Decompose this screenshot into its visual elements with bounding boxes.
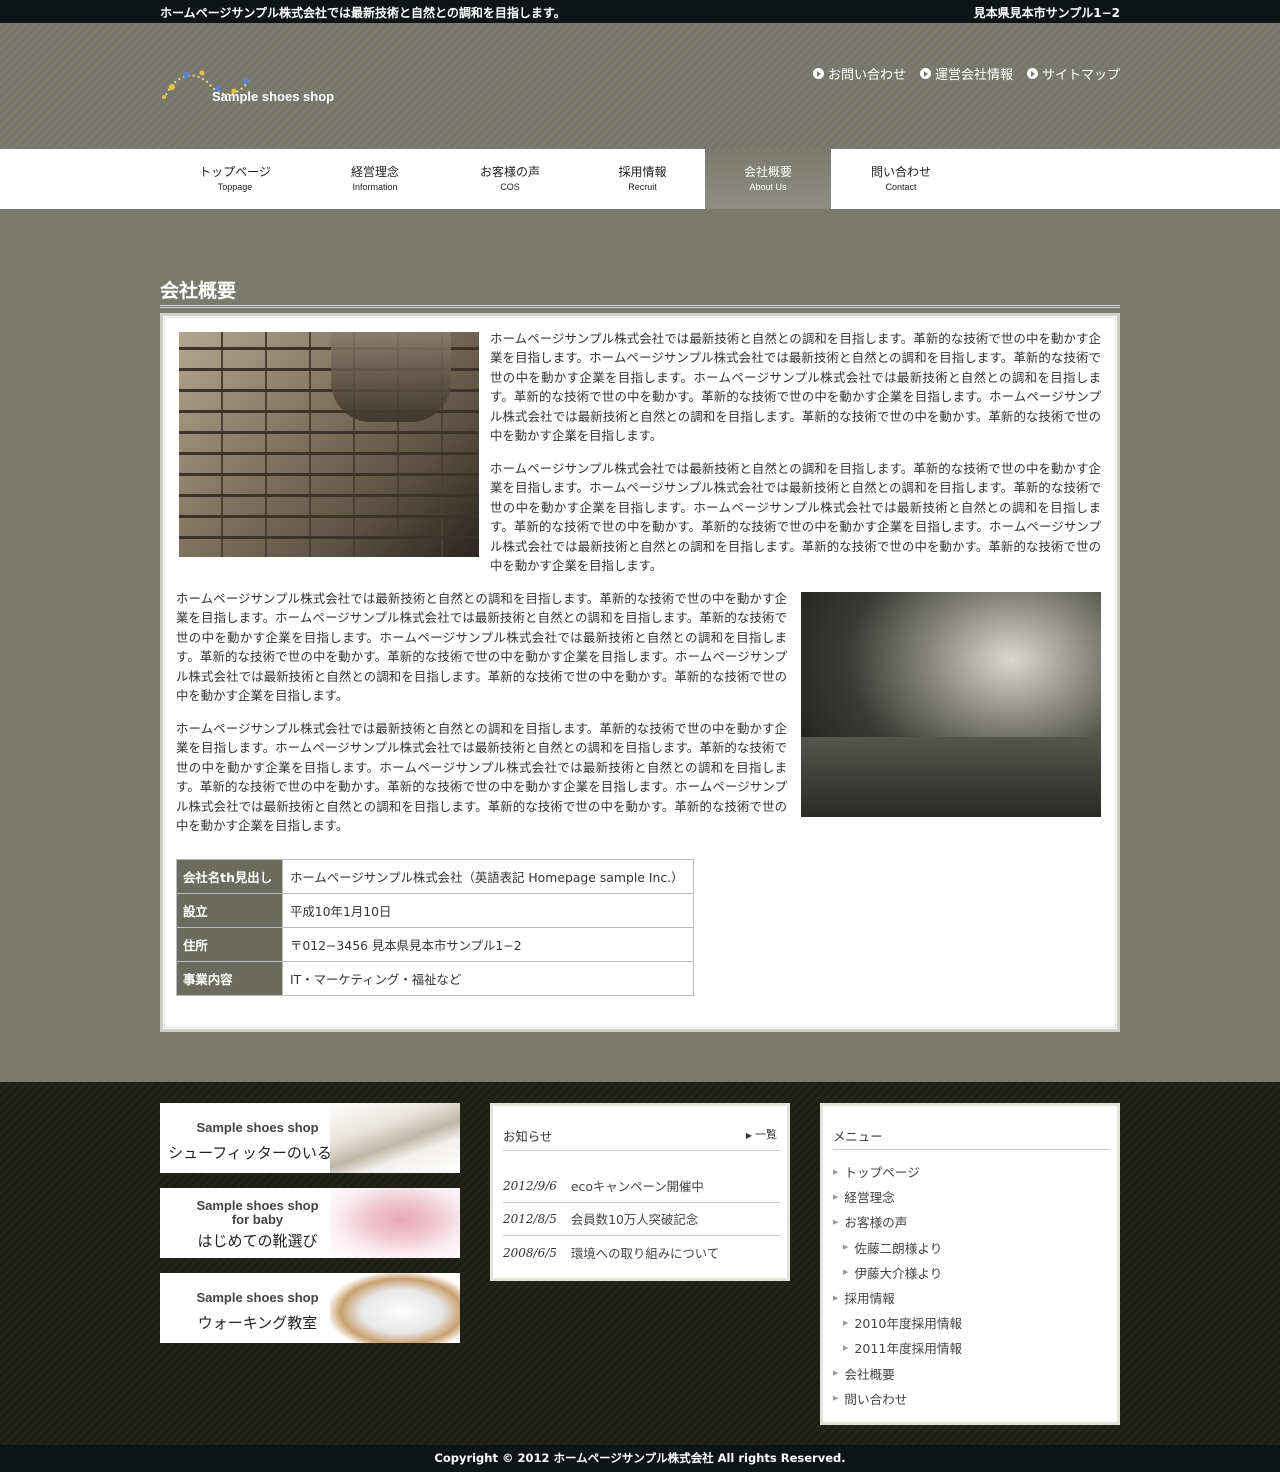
page-title: 会社概要: [160, 280, 237, 302]
list-item[interactable]: 2012/9/6 ecoキャンペーン開催中: [503, 1170, 780, 1203]
banner-shoe-fitter[interactable]: Sample shoes shop シューフィッターのいる店: [160, 1103, 460, 1173]
news-list: 2012/9/6 ecoキャンペーン開催中 2012/8/5 会員数10万人突破記念…: [503, 1170, 780, 1269]
content-box: ホームページサンプル株式会社では最新技術と自然との調和を目指します。革新的な技術…: [160, 313, 1120, 1032]
arrow-circle-icon: [919, 68, 931, 79]
site-tagline: ホームページサンプル株式会社では最新技術と自然との調和を目指します。: [160, 6, 566, 20]
copyright: Copyright © 2012 ホームページサンプル株式会社 All righ…: [0, 1445, 1280, 1472]
menu-item-recruit-2010[interactable]: ▶ 2010年度採用情報: [833, 1310, 1110, 1335]
news-title: お知らせ: [503, 1129, 553, 1144]
triangle-right-icon: ▶: [843, 1318, 849, 1327]
triangle-right-icon: ▶: [843, 1243, 849, 1252]
paragraph-2: ホームページサンプル株式会社では最新技術と自然との調和を目指します。革新的な技術…: [490, 461, 1101, 574]
logo-text[interactable]: Sample shoes shop: [212, 89, 334, 104]
menu-item-recruit[interactable]: ▶ 採用情報: [833, 1285, 1110, 1310]
banner-walking-class[interactable]: Sample shoes shop ウォーキング教室: [160, 1273, 460, 1343]
menu-title: メニュー: [833, 1129, 883, 1144]
menu-item-contact[interactable]: ▶ 問い合わせ: [833, 1386, 1110, 1411]
nav-item-contact[interactable]: 問い合わせ Contact: [831, 149, 971, 209]
marathon-runners-photo: [801, 592, 1101, 817]
global-nav: トップページ Toppage 経営理念 Information お客様の声 COS 採…: [0, 149, 1280, 209]
side-menu: メニュー ▶ トップページ ▶ 経営理念 ▶ お客様の声 ▶ 佐藤二朗様より ▶ 伊藤大介…: [820, 1103, 1120, 1425]
triangle-right-icon: ▶: [833, 1192, 839, 1201]
header-address: 見本県見本市サンプル1−2: [973, 6, 1120, 20]
menu-item-voice[interactable]: ▶ お客様の声: [833, 1209, 1110, 1234]
table-row: 事業内容 IT・マーケティング・福祉など: [176, 961, 694, 996]
top-bar: ホームページサンプル株式会社では最新技術と自然との調和を目指します。 見本県見本…: [0, 0, 1280, 23]
banner-baby-shoes[interactable]: Sample shoes shop for baby はじめての靴選び: [160, 1188, 460, 1258]
table-row: 住所 〒012−3456 見本県見本市サンプル1−2: [176, 927, 694, 962]
triangle-right-icon: ▶: [843, 1268, 849, 1277]
triangle-right-icon: ▶: [833, 1217, 839, 1226]
menu-item-toppage[interactable]: ▶ トップページ: [833, 1159, 1110, 1184]
menu-item-sato[interactable]: ▶ 佐藤二朗様より: [833, 1235, 1110, 1260]
title-divider: [160, 305, 1120, 308]
paragraph-3: ホームページサンプル株式会社では最新技術と自然との調和を目指します。革新的な技術…: [176, 591, 787, 704]
util-link-company[interactable]: 運営会社情報: [919, 64, 1013, 83]
news-box: お知らせ ▶ 一覧 2012/9/6 ecoキャンペーン開催中 2012/8/5 会員…: [490, 1103, 790, 1281]
list-item[interactable]: 2012/8/5 会員数10万人突破記念: [503, 1203, 780, 1236]
list-item[interactable]: 2008/6/5 環境への取り組みについて: [503, 1236, 780, 1269]
arrow-circle-icon: [812, 68, 824, 79]
site-header: Sample shoes shop お問い合わせ 運営会社情報 サイトマップ: [0, 23, 1280, 149]
white-shoes-image: [330, 1273, 460, 1343]
menu-item-information[interactable]: ▶ 経営理念: [833, 1184, 1110, 1209]
utility-nav: お問い合わせ 運営会社情報 サイトマップ: [812, 64, 1120, 83]
triangle-right-icon: ▶: [843, 1343, 849, 1352]
paragraph-1: ホームページサンプル株式会社では最新技術と自然との調和を目指します。革新的な技術…: [490, 331, 1101, 444]
paragraph-4: ホームページサンプル株式会社では最新技術と自然との調和を目指します。革新的な技術…: [176, 721, 787, 834]
baby-feet-image: [330, 1188, 460, 1258]
menu-list: ▶ トップページ ▶ 経営理念 ▶ お客様の声 ▶ 佐藤二朗様より ▶ 伊藤大介様より ▶…: [833, 1159, 1110, 1411]
nav-item-cos[interactable]: お客様の声 COS: [440, 149, 580, 209]
nav-item-about-us[interactable]: 会社概要 About Us: [705, 149, 831, 209]
triangle-right-icon: ▶: [833, 1394, 839, 1403]
nav-item-recruit[interactable]: 採用情報 Recruit: [580, 149, 705, 209]
brick-wall-feet-photo: [179, 332, 479, 557]
util-link-contact[interactable]: お問い合わせ: [812, 64, 906, 83]
table-row: 会社名th見出し ホームページサンプル株式会社（英語表記 Homepage sam…: [176, 859, 694, 894]
menu-item-ito[interactable]: ▶ 伊藤大介様より: [833, 1260, 1110, 1285]
tape-measure-image: [330, 1103, 460, 1173]
util-link-sitemap[interactable]: サイトマップ: [1026, 64, 1120, 83]
company-info-table: 会社名th見出し ホームページサンプル株式会社（英語表記 Homepage sam…: [176, 859, 694, 996]
triangle-right-icon: ▶: [833, 1167, 839, 1176]
nav-item-toppage[interactable]: トップページ Toppage: [160, 149, 310, 209]
triangle-right-icon: ▶: [745, 1131, 752, 1140]
triangle-right-icon: ▶: [833, 1293, 839, 1302]
nav-item-information[interactable]: 経営理念 Information: [310, 149, 440, 209]
table-row: 設立 平成10年1月10日: [176, 893, 694, 928]
news-all-link[interactable]: ▶ 一覧: [746, 1126, 777, 1142]
triangle-right-icon: ▶: [833, 1369, 839, 1378]
arrow-circle-icon: [1026, 68, 1038, 79]
menu-item-recruit-2011[interactable]: ▶ 2011年度採用情報: [833, 1335, 1110, 1360]
menu-item-about[interactable]: ▶ 会社概要: [833, 1361, 1110, 1386]
